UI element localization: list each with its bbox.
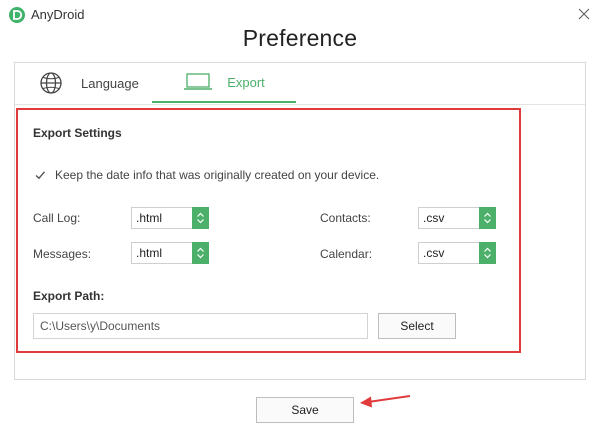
call-log-label: Call Log:	[33, 211, 81, 225]
page-title: Preference	[242, 25, 358, 51]
call-log-select[interactable]: .html	[131, 207, 209, 229]
tab-export-label: Export	[227, 74, 265, 90]
messages-label: Messages:	[33, 247, 92, 261]
calendar-label: Calendar:	[320, 247, 373, 261]
tabs-divider	[15, 104, 585, 105]
contacts-value: .csv	[423, 211, 445, 225]
select-arrows-icon	[479, 207, 496, 229]
export-settings-title: Export Settings	[33, 126, 122, 140]
save-button[interactable]: Save	[256, 397, 354, 423]
export-path-input[interactable]	[33, 313, 368, 339]
annotation-arrow-icon	[360, 395, 411, 408]
app-logo-icon	[9, 7, 25, 23]
keep-date-row: Keep the date info that was originally c…	[33, 168, 379, 182]
keep-date-checkbox[interactable]	[33, 169, 46, 182]
checkmark-icon	[35, 171, 45, 180]
laptop-icon	[184, 73, 213, 90]
messages-select[interactable]: .html	[131, 242, 209, 264]
call-log-value: .html	[136, 211, 163, 225]
contacts-label: Contacts:	[320, 211, 371, 225]
select-arrows-icon	[192, 207, 209, 229]
select-path-button[interactable]: Select	[378, 313, 456, 339]
close-icon	[578, 8, 590, 20]
select-arrows-icon	[192, 242, 209, 264]
close-button[interactable]	[574, 4, 594, 24]
globe-icon	[40, 72, 62, 94]
select-arrows-icon	[479, 242, 496, 264]
calendar-select[interactable]: .csv	[418, 242, 496, 264]
tab-export[interactable]: Export	[152, 63, 296, 103]
contacts-select[interactable]: .csv	[418, 207, 496, 229]
calendar-value: .csv	[423, 246, 445, 260]
export-settings-box: Export Settings Keep the date info that …	[16, 108, 521, 353]
app-name: AnyDroid	[31, 7, 85, 22]
tab-language[interactable]: Language	[39, 63, 159, 103]
tab-language-label: Language	[81, 75, 139, 91]
messages-value: .html	[136, 246, 163, 260]
keep-date-label: Keep the date info that was originally c…	[55, 168, 380, 182]
export-path-title: Export Path:	[33, 289, 105, 303]
